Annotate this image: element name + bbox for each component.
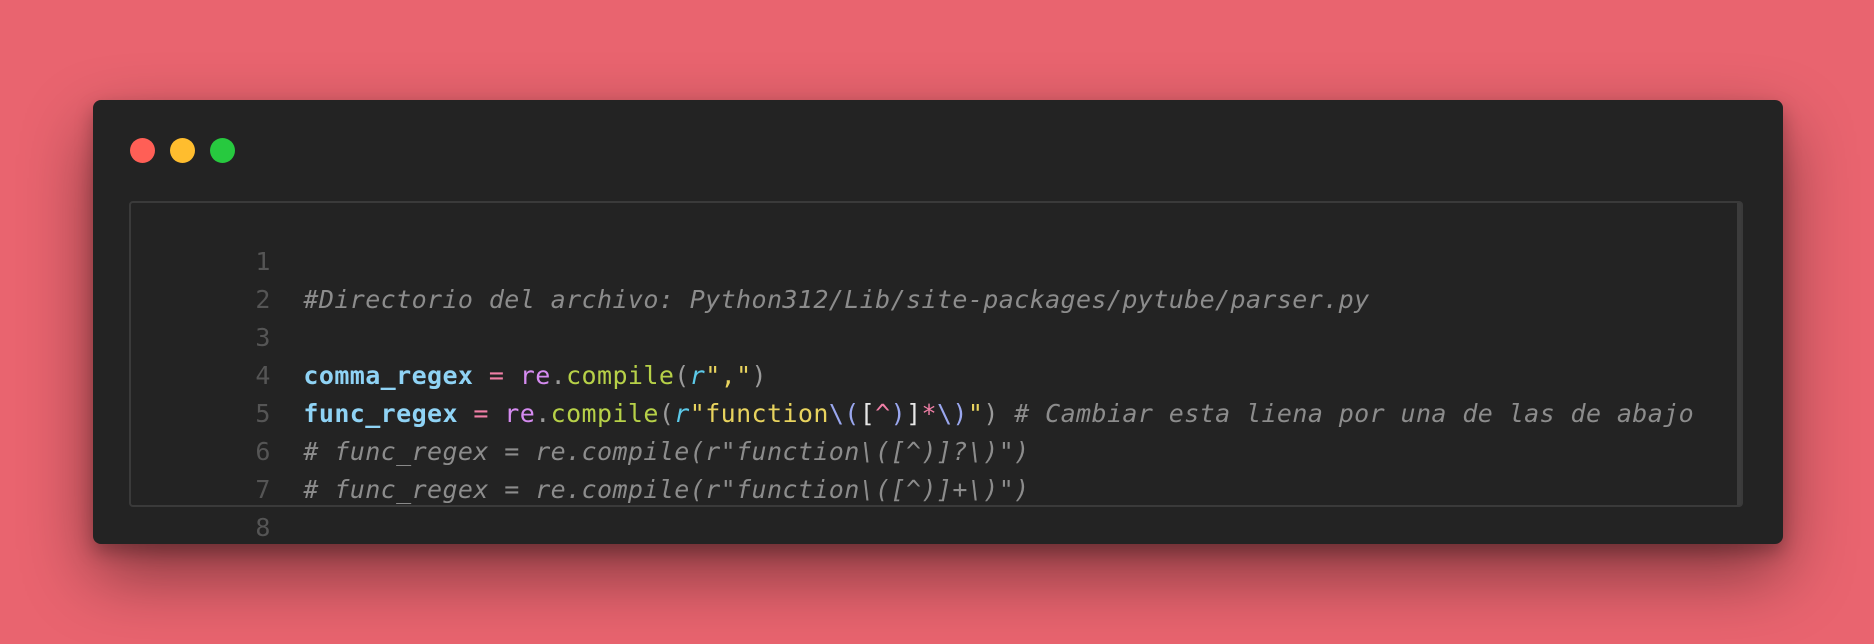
code-editor[interactable]: 1 2 #Directorio del archivo: Python312/Li… (129, 201, 1743, 542)
maximize-window-button[interactable] (210, 138, 235, 163)
code-line-5: 5 func_regex = re.compile(r"function\([^)… (131, 357, 1735, 428)
editor-scrollbar[interactable] (1737, 203, 1741, 505)
close-window-button[interactable] (130, 138, 155, 163)
code-line-2: 2 #Directorio del archivo: Python312/Lib/… (131, 243, 1735, 314)
code-line-6: 6 # func_regex = re.compile(r"function\([… (131, 395, 1735, 466)
code-lines: 1 2 #Directorio del archivo: Python312/Li… (131, 205, 1735, 542)
line-number: 8 (255, 513, 271, 542)
code-line-1: 1 (131, 205, 1735, 276)
window-controls (130, 138, 235, 163)
code-line-8: 8 (131, 471, 1735, 542)
code-line-3: 3 (131, 281, 1735, 352)
code-line-7: 7 # func_regex = re.compile(r"function\([… (131, 433, 1735, 504)
code-window: 1 2 #Directorio del archivo: Python312/Li… (93, 100, 1783, 544)
minimize-window-button[interactable] (170, 138, 195, 163)
code-line-4: 4 comma_regex = re.compile(r",") (131, 319, 1735, 390)
